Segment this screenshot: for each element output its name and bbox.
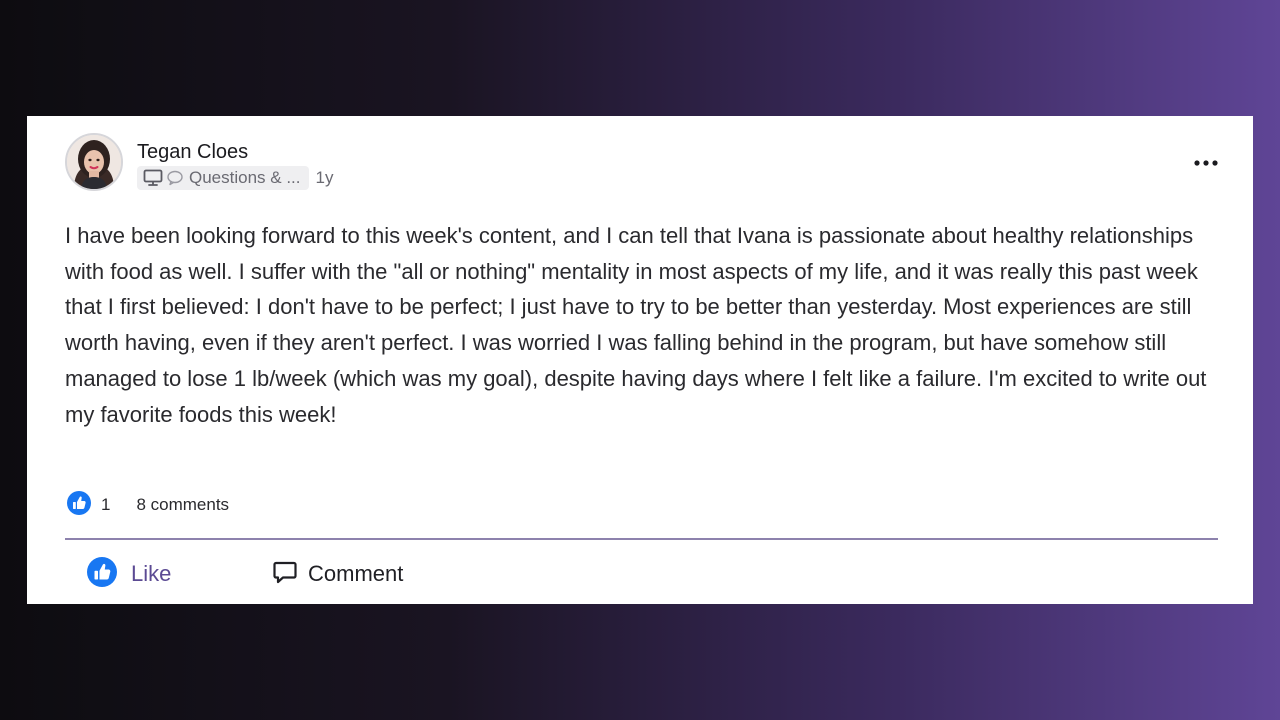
more-horizontal-icon: [1194, 153, 1218, 171]
comment-button-label: Comment: [308, 561, 404, 586]
comment-bubble-icon: [272, 559, 298, 590]
like-button-label: Like: [131, 561, 172, 586]
comment-button[interactable]: Comment: [272, 558, 403, 590]
author-name[interactable]: Tegan Cloes: [137, 140, 248, 164]
like-button[interactable]: Like: [87, 556, 172, 592]
post-timestamp[interactable]: 1y: [316, 168, 334, 188]
space-name: Questions & ...: [189, 168, 301, 187]
post-stats: 1 8 comments: [67, 490, 229, 520]
monitor-icon: [143, 169, 163, 187]
post-card: Tegan Cloes Questions & ... 1y I have be…: [27, 116, 1253, 604]
actions-divider: [65, 538, 1218, 540]
avatar[interactable]: [65, 133, 123, 191]
post-body: I have been looking forward to this week…: [65, 223, 1207, 427]
avatar-image: [67, 135, 121, 189]
thumbs-up-icon: [87, 556, 117, 592]
comments-count-link[interactable]: 8 comments: [136, 495, 229, 515]
like-reaction-icon: [67, 490, 91, 520]
like-count[interactable]: 1: [101, 495, 110, 515]
more-options-button[interactable]: [1189, 150, 1223, 174]
post-meta: Questions & ... 1y: [137, 166, 333, 190]
space-chip[interactable]: Questions & ...: [137, 166, 309, 190]
speech-bubble-icon: [166, 170, 184, 186]
